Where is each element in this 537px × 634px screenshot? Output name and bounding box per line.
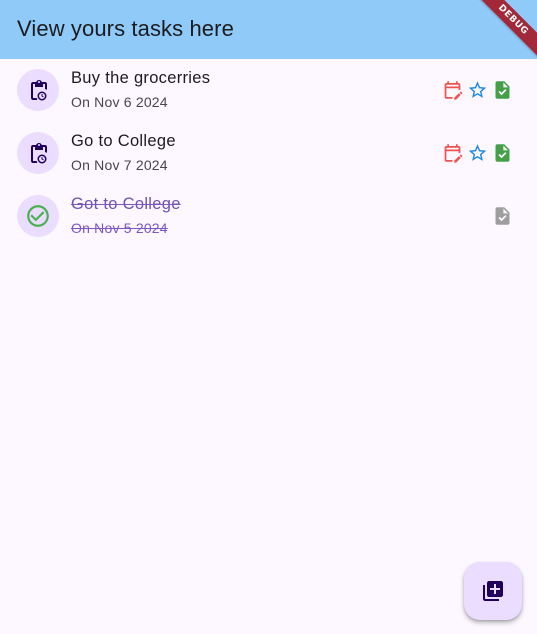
complete-task-button[interactable] [492,141,513,165]
complete-task-button[interactable] [492,78,513,102]
task-done-icon [495,144,510,162]
complete-task-button[interactable] [492,204,513,228]
clipboard-clock-icon [31,143,47,164]
task-title: Go to College [71,132,176,150]
task-avatar [17,132,59,174]
task-title: Buy the grocerries [71,69,211,87]
edit-calendar-icon [444,144,463,163]
task-date: On Nov 5 2024 [71,220,168,236]
task-row[interactable]: Buy the grocerries On Nov 6 2024 [0,59,537,122]
task-title: Got to College [71,195,181,213]
edit-task-button[interactable] [442,141,463,165]
task-list: Buy the grocerries On Nov 6 2024 Go to C… [0,59,537,248]
task-row-completed[interactable]: Got to College On Nov 5 2024 [0,185,537,248]
task-date: On Nov 6 2024 [71,94,168,110]
add-to-library-icon [483,581,503,601]
edit-task-button[interactable] [442,78,463,102]
page-title: View yours tasks here [17,16,234,41]
task-date: On Nov 7 2024 [71,157,168,173]
task-actions [442,78,513,102]
debug-banner-label: DEBUG [495,2,531,38]
task-actions [492,204,513,228]
edit-calendar-icon [444,81,463,100]
star-outline-icon [468,144,487,161]
task-avatar [17,69,59,111]
task-actions [442,141,513,165]
check-circle-icon [27,205,49,227]
task-avatar [17,195,59,237]
app-screen: View yours tasks here DEBUG Buy the groc… [0,0,537,634]
favorite-task-button[interactable] [467,141,488,165]
favorite-task-button[interactable] [467,78,488,102]
task-done-icon [495,207,510,225]
add-task-button[interactable] [464,562,522,620]
task-row[interactable]: Go to College On Nov 7 2024 [0,122,537,185]
app-bar: View yours tasks here DEBUG [0,0,537,62]
debug-banner: DEBUG [471,0,537,62]
star-outline-icon [468,81,487,98]
clipboard-clock-icon [31,80,47,101]
task-done-icon [495,81,510,99]
